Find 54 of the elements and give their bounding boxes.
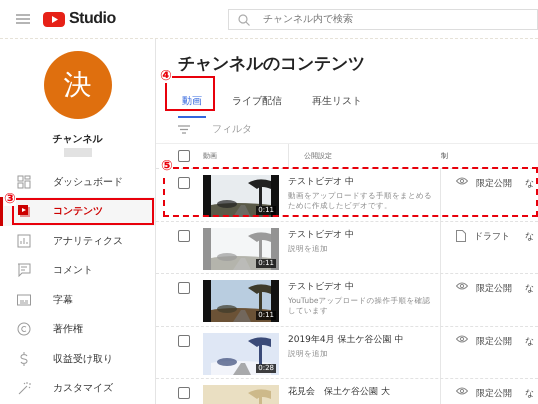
video-title[interactable]: テストビデオ 中 bbox=[288, 175, 432, 188]
row-checkbox[interactable] bbox=[178, 177, 190, 189]
subtitles-icon bbox=[17, 292, 31, 307]
video-title[interactable]: 2019年4月 保土ケ谷公園 中 bbox=[288, 332, 432, 346]
visibility-status: 限定公開 bbox=[476, 388, 512, 400]
visibility-status: 限定公開 bbox=[476, 336, 512, 348]
annotation-number: ③ bbox=[4, 192, 16, 206]
select-all-checkbox[interactable] bbox=[178, 150, 190, 162]
logo-text: Studio bbox=[69, 10, 116, 28]
visibility-status: 限定公開 bbox=[476, 178, 512, 190]
tab[interactable]: ライブ配信 bbox=[228, 94, 286, 118]
eye-icon bbox=[456, 177, 468, 185]
annotation-number: ⑤ bbox=[161, 159, 173, 173]
document-icon bbox=[456, 230, 466, 242]
annotation-number: ④ bbox=[160, 69, 172, 83]
row-checkbox[interactable] bbox=[178, 282, 190, 294]
eye-icon bbox=[456, 282, 468, 290]
play-icon bbox=[17, 204, 31, 218]
video-title[interactable]: 花見会 保土ケ谷公園 大 bbox=[288, 385, 432, 398]
logo-icon[interactable] bbox=[43, 12, 65, 26]
table-cell-text: な bbox=[524, 336, 535, 348]
tab[interactable]: 再生リスト bbox=[308, 94, 366, 118]
channel-name: チャンネル bbox=[52, 133, 102, 146]
row-checkbox[interactable] bbox=[178, 230, 190, 242]
visibility-status: 限定公開 bbox=[476, 282, 512, 295]
table-cell-text: な bbox=[524, 178, 535, 190]
video-title[interactable]: テストビデオ 中 bbox=[288, 228, 432, 240]
sidebar-item[interactable]: アナリティクス bbox=[0, 226, 155, 256]
table-cell-text: な bbox=[524, 388, 535, 400]
eye-icon bbox=[456, 387, 468, 395]
row-checkbox[interactable] bbox=[178, 387, 190, 399]
comment-icon bbox=[17, 263, 31, 278]
dashboard-icon bbox=[17, 174, 31, 189]
table-cell-text: な bbox=[524, 230, 535, 242]
search-field[interactable]: チャンネル内で検索 bbox=[228, 8, 538, 30]
sidebar-item[interactable]: コメント bbox=[0, 256, 155, 285]
copyright-icon bbox=[17, 322, 31, 336]
video-title[interactable]: テストビデオ 中 bbox=[288, 280, 432, 293]
redacted-text-block bbox=[64, 148, 92, 157]
bar-chart-icon bbox=[17, 234, 31, 248]
visibility-status: ドラフト bbox=[474, 230, 510, 242]
eye-icon bbox=[456, 334, 468, 342]
sidebar-item[interactable]: 収益受け取り bbox=[0, 344, 155, 374]
sidebar-item[interactable]: 著作権 bbox=[0, 314, 155, 344]
tab[interactable]: 動画 bbox=[178, 94, 206, 118]
menu-icon[interactable] bbox=[16, 14, 30, 24]
search-icon bbox=[238, 14, 250, 26]
table-cell-text: な bbox=[524, 283, 535, 295]
sidebar-item[interactable]: 字幕 bbox=[0, 285, 155, 314]
row-checkbox[interactable] bbox=[178, 334, 190, 346]
page-title: チャンネルのコンテンツ bbox=[178, 54, 366, 74]
filter-icon[interactable] bbox=[178, 124, 190, 134]
magic-wand-icon bbox=[17, 381, 31, 396]
sidebar-item[interactable]: カスタマイズ bbox=[0, 374, 155, 403]
